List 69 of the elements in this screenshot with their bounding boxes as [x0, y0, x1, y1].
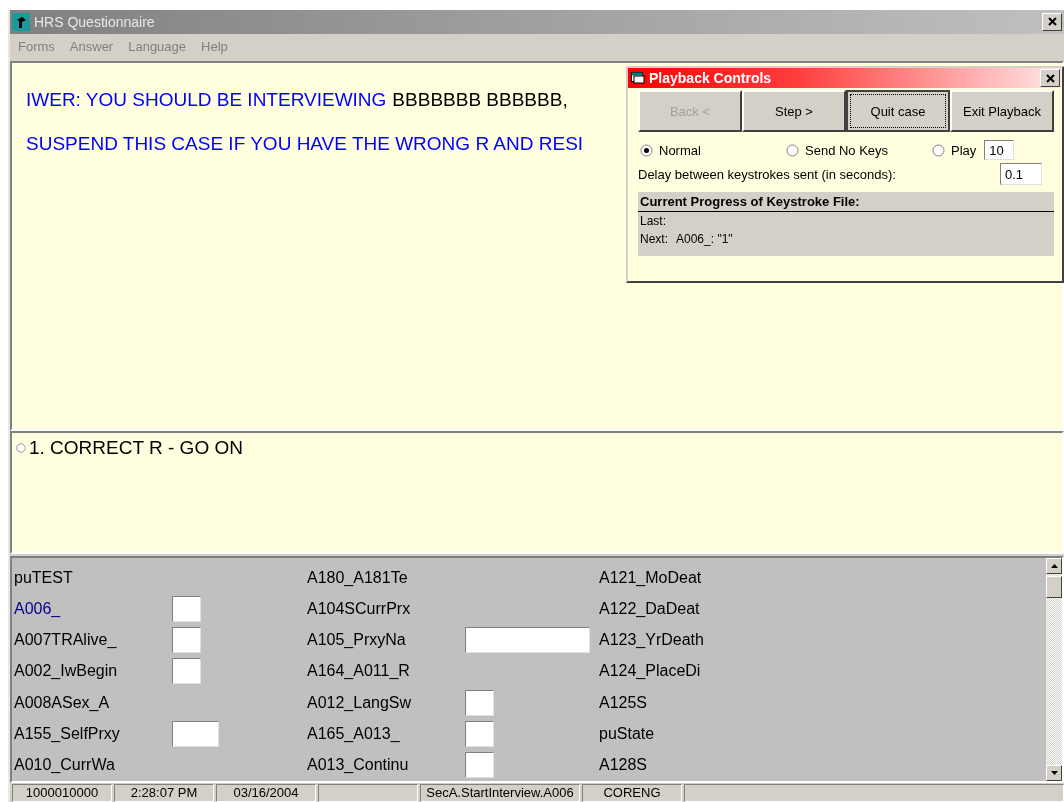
field-label[interactable]: A104SCurrPrx [307, 599, 465, 618]
field-label[interactable]: A013_Continu [307, 756, 465, 775]
radio-label[interactable]: Normal [659, 142, 701, 158]
close-button[interactable] [1042, 12, 1062, 31]
app-icon [12, 12, 30, 31]
last-label: Last: [640, 214, 666, 228]
field-label[interactable]: A123_YrDeath [599, 631, 757, 650]
field-label[interactable]: puState [599, 725, 757, 744]
field-label[interactable]: A010_CurrWa [14, 756, 172, 775]
field-label[interactable]: A006_ [14, 599, 172, 618]
radio-button[interactable] [932, 143, 945, 157]
field-label[interactable]: A128S [599, 756, 757, 775]
up-arrow-icon [1050, 563, 1058, 568]
input-field[interactable] [465, 627, 590, 654]
playback-button[interactable]: Exit Playback [950, 90, 1054, 132]
scroll-up-button[interactable] [1046, 557, 1062, 574]
dialog-title: Playback Controls [649, 70, 773, 86]
scroll-thumb[interactable] [1046, 575, 1062, 598]
delay-field[interactable]: 0.1 [1000, 163, 1042, 185]
field-label[interactable]: A121_MoDeat [599, 568, 757, 587]
radio-button[interactable] [16, 442, 26, 453]
field-label[interactable]: A124_PlaceDi [599, 662, 757, 681]
input-field[interactable] [172, 627, 201, 654]
status-panel: CORENG [582, 784, 682, 802]
input-field[interactable] [465, 721, 494, 748]
close-icon [1045, 73, 1055, 83]
input-field[interactable] [172, 658, 201, 685]
radio-label[interactable]: Play [951, 142, 977, 158]
field-label[interactable]: A155_SelfPrxy [14, 725, 172, 744]
scroll-down-button[interactable] [1046, 765, 1062, 781]
status-panel: 2:28:07 PM [114, 784, 214, 802]
close-icon [1047, 17, 1057, 27]
down-arrow-icon [1050, 771, 1058, 775]
window-icon [631, 72, 645, 84]
next-keystroke: A006_: "1" [676, 232, 733, 246]
progress-heading: Current Progress of Keystroke File: [638, 192, 1054, 212]
fill-text: BBBBBBB BBBBBB, [392, 89, 568, 112]
field-label[interactable]: A122_DaDeat [599, 599, 757, 618]
delay-label: Delay between keystrokes sent (in seconds): [638, 166, 897, 182]
input-field[interactable] [172, 595, 201, 622]
question-text: IWER: YOU SHOULD BE INTERVIEWING [26, 89, 387, 112]
field-label[interactable]: A165_A013_ [307, 725, 465, 744]
next-label: Next: [640, 232, 668, 246]
field-label[interactable]: A125S [599, 693, 757, 712]
close-button[interactable] [1040, 69, 1060, 87]
radio-button[interactable] [786, 143, 799, 157]
answer-option[interactable]: 1. CORRECT R - GO ON [29, 436, 243, 459]
field-label[interactable]: A180_A181Te [307, 568, 465, 587]
input-field[interactable] [465, 752, 494, 779]
status-panel: 03/16/2004 [216, 784, 316, 802]
field-label[interactable]: A164_A011_R [307, 662, 465, 681]
field-label[interactable]: A008ASex_A [14, 693, 172, 712]
field-label[interactable]: A002_IwBegin [14, 662, 172, 681]
play-count-field[interactable]: 10 [984, 140, 1015, 160]
field-label[interactable]: A105_PrxyNa [307, 631, 465, 650]
question-text: SUSPEND THIS CASE IF YOU HAVE THE WRONG R AND RESI [26, 133, 584, 156]
field-label[interactable]: puTEST [14, 568, 172, 587]
status-panel: 1000010000 [12, 784, 112, 802]
field-label[interactable]: A007TRAlive_ [14, 631, 172, 650]
radio-button[interactable] [640, 143, 653, 157]
input-field[interactable] [172, 721, 219, 748]
status-panel: SecA.StartInterview.A006 [420, 784, 580, 802]
scrollbar[interactable] [1046, 557, 1062, 781]
playback-button[interactable]: Step > [742, 90, 846, 132]
window-title: HRS Questionnaire [34, 13, 156, 30]
radio-label[interactable]: Send No Keys [805, 142, 889, 158]
field-label[interactable]: A012_LangSw [307, 693, 465, 712]
playback-button[interactable]: Quit case [846, 90, 950, 132]
input-field[interactable] [465, 689, 494, 716]
